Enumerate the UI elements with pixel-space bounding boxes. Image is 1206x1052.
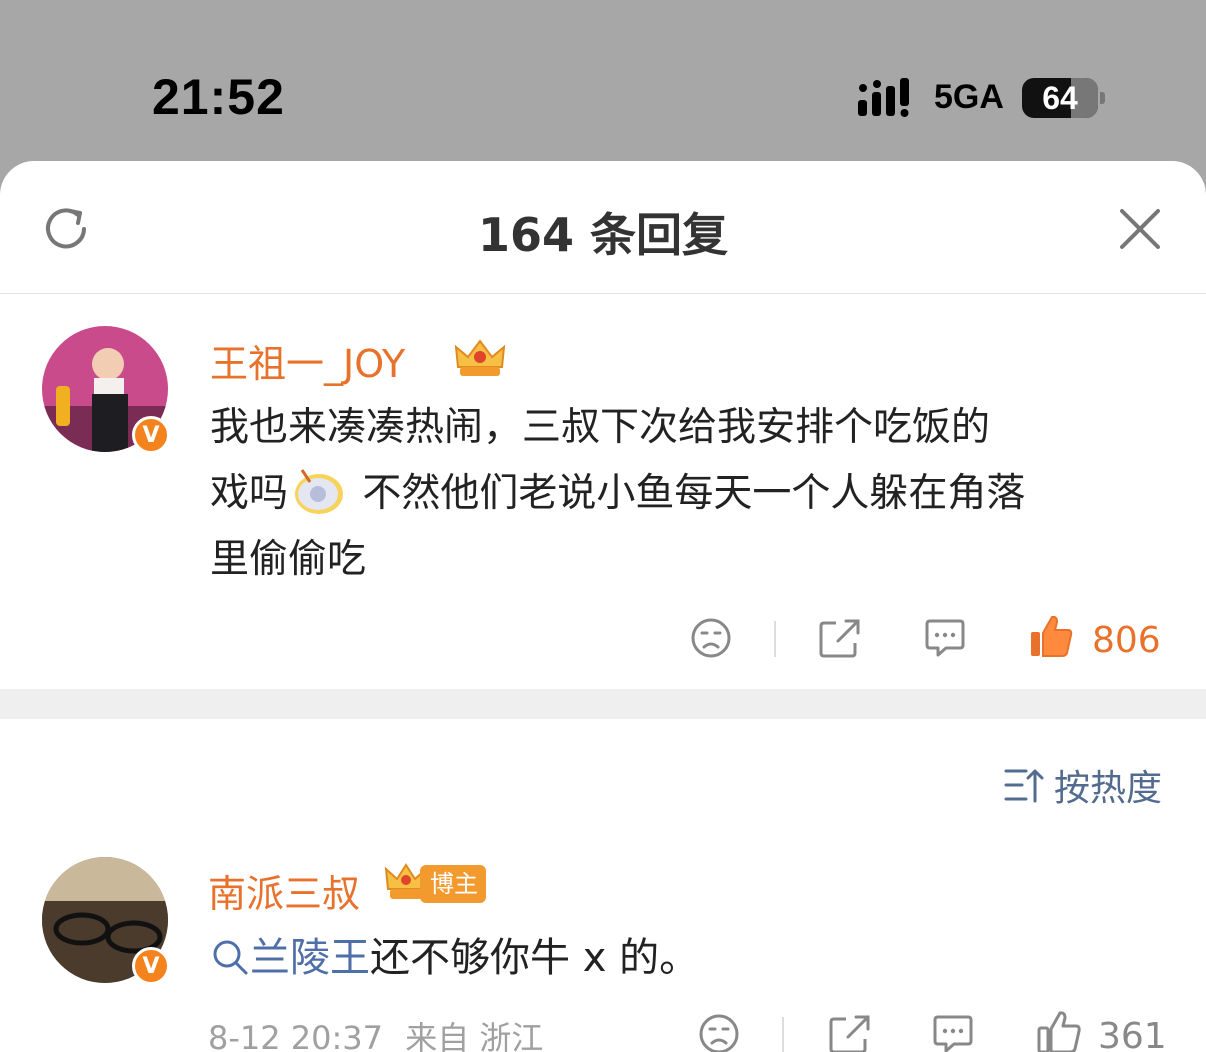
network-type: 5GA [934, 78, 1004, 116]
eating-emoji-icon [295, 469, 344, 514]
comment-line: 我也来凑凑热闹，三叔下次给我安排个吃饭的 [210, 405, 991, 450]
reply-source: 来自 浙江 [405, 1019, 544, 1052]
status-bar: 21:52 5GA 64 [0, 0, 1206, 160]
search-icon [213, 940, 248, 975]
verified-badge: V [132, 416, 170, 454]
status-time: 21:52 [152, 69, 285, 125]
like-icon[interactable] [1036, 1009, 1082, 1052]
reply-time: 8-12 20:37 [208, 1019, 384, 1052]
reply-username[interactable]: 南派三叔 [208, 863, 360, 918]
close-icon[interactable] [1118, 207, 1162, 251]
action-divider [782, 1017, 784, 1052]
comment-line: 不然他们老说小鱼每天一个人躲在角落 [350, 471, 1026, 516]
main-comment-username[interactable]: 王祖一_JOY [210, 333, 405, 388]
comment-icon[interactable] [924, 617, 966, 659]
section-separator [0, 689, 1206, 719]
share-icon[interactable] [818, 617, 862, 659]
battery-level: 64 [1042, 80, 1078, 116]
avatar-reply-author[interactable]: V [42, 857, 170, 985]
comment-line: 里偷偷吃 [210, 537, 367, 582]
sort-toggle[interactable]: 按热度 [1004, 763, 1162, 809]
reply-text: 兰陵王还不够你牛 x 的。 [210, 925, 699, 991]
reply-like-count: 361 [1098, 1016, 1167, 1052]
like-filled-icon[interactable] [1028, 613, 1074, 659]
share-icon[interactable] [828, 1013, 872, 1052]
sheet-title: 164 条回复 [477, 208, 729, 262]
mention-link[interactable]: 兰陵王 [250, 935, 370, 981]
replies-sheet: 164 条回复 V 王祖一_JOY 我也来凑凑热闹，三叔下次给我安排个吃饭的 戏… [0, 161, 1206, 1052]
comment-icon[interactable] [932, 1013, 974, 1052]
blogger-badge: 博主 [420, 865, 486, 903]
dislike-face-icon[interactable] [698, 1013, 740, 1052]
reply-text-body: 还不够你牛 x 的。 [370, 935, 700, 981]
sheet-header: 164 条回复 [0, 161, 1206, 294]
battery-icon: 64 [1022, 78, 1098, 118]
signal-icon [858, 78, 909, 117]
avatar-main-commenter[interactable]: V [42, 326, 170, 454]
reply-meta: 8-12 20:37 来自 浙江 [208, 1013, 543, 1052]
comment-line: 戏吗 [210, 471, 289, 516]
crown-icon [454, 339, 506, 376]
dislike-face-icon[interactable] [690, 617, 732, 659]
action-divider [774, 621, 776, 657]
main-comment-text: 我也来凑凑热闹，三叔下次给我安排个吃饭的 戏吗 不然他们老说小鱼每天一个人躲在角… [210, 395, 1170, 593]
main-like-count: 806 [1092, 620, 1161, 661]
sort-label: 按热度 [1054, 768, 1163, 809]
verified-badge: V [132, 947, 170, 985]
battery-tip [1100, 92, 1105, 104]
sort-icon [1004, 769, 1044, 803]
